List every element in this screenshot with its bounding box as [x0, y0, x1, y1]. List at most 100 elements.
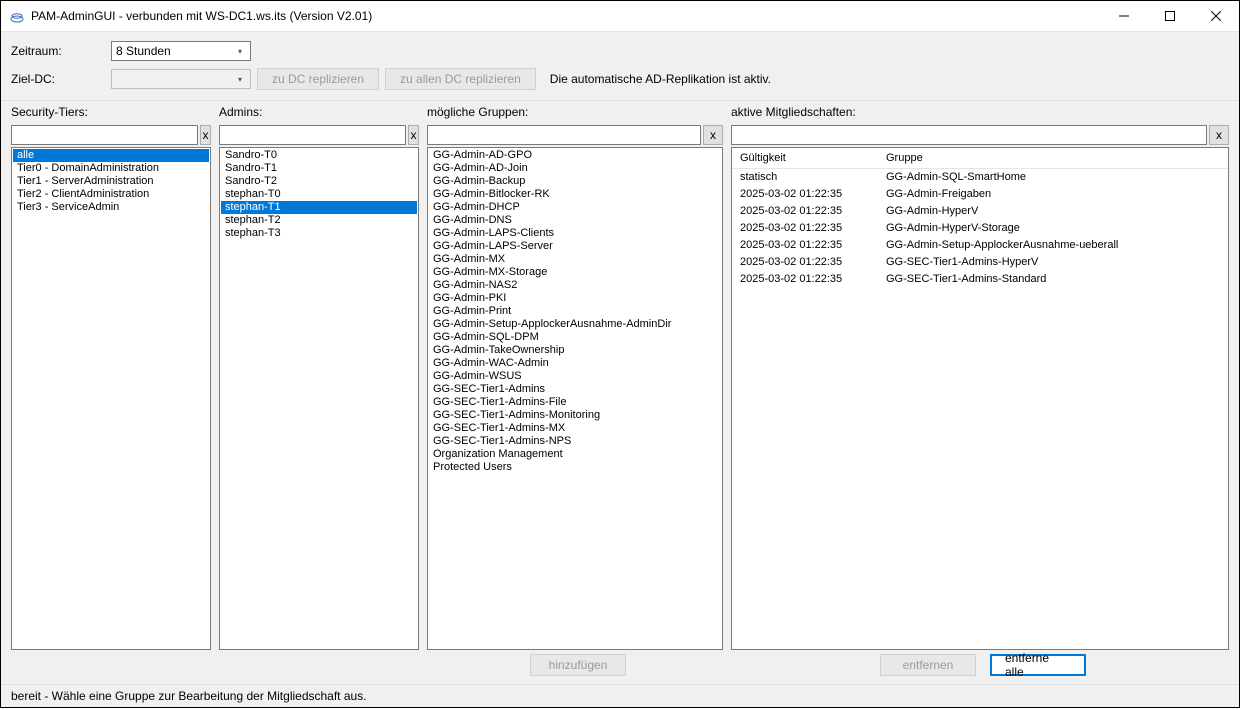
- col-header-group[interactable]: Gruppe: [878, 148, 1228, 169]
- list-item[interactable]: Sandro-T2: [221, 175, 417, 188]
- cell-validity: 2025-03-02 01:22:35: [732, 271, 878, 288]
- list-item[interactable]: GG-Admin-DHCP: [429, 201, 721, 214]
- list-item[interactable]: GG-Admin-MX-Storage: [429, 266, 721, 279]
- cell-group: GG-Admin-HyperV-Storage: [878, 220, 1228, 237]
- column-groups: mögliche Gruppen: x GG-Admin-AD-GPOGG-Ad…: [427, 105, 723, 680]
- tiers-filter-clear-button[interactable]: x: [200, 125, 211, 145]
- list-item[interactable]: GG-Admin-PKI: [429, 292, 721, 305]
- remove-all-button[interactable]: entferne alle: [990, 654, 1086, 676]
- cell-validity: 2025-03-02 01:22:35: [732, 254, 878, 271]
- list-item[interactable]: GG-Admin-Backup: [429, 175, 721, 188]
- window-buttons: [1101, 1, 1239, 31]
- col-header-validity[interactable]: Gültigkeit: [732, 148, 878, 169]
- list-item[interactable]: stephan-T3: [221, 227, 417, 240]
- cell-group: GG-Admin-SQL-SmartHome: [878, 169, 1228, 187]
- list-item[interactable]: Tier0 - DomainAdministration: [13, 162, 209, 175]
- list-item[interactable]: GG-Admin-SQL-DPM: [429, 331, 721, 344]
- list-item[interactable]: GG-SEC-Tier1-Admins-File: [429, 396, 721, 409]
- list-item[interactable]: alle: [13, 149, 209, 162]
- table-row[interactable]: 2025-03-02 01:22:35GG-SEC-Tier1-Admins-H…: [732, 254, 1228, 271]
- chevron-down-icon: ▾: [232, 44, 248, 58]
- memberships-label: aktive Mitgliedschaften:: [731, 105, 1229, 119]
- list-item[interactable]: GG-Admin-AD-GPO: [429, 149, 721, 162]
- replicate-all-button: zu allen DC replizieren: [385, 68, 536, 90]
- groups-filter-clear-button[interactable]: x: [703, 125, 723, 145]
- list-item[interactable]: GG-SEC-Tier1-Admins: [429, 383, 721, 396]
- list-item[interactable]: Tier3 - ServiceAdmin: [13, 201, 209, 214]
- list-item[interactable]: GG-Admin-LAPS-Server: [429, 240, 721, 253]
- column-memberships: aktive Mitgliedschaften: x Gültigkeit Gr…: [731, 105, 1229, 680]
- list-item[interactable]: GG-Admin-Print: [429, 305, 721, 318]
- zeitraum-value: 8 Stunden: [116, 44, 171, 58]
- add-button: hinzufügen: [530, 654, 626, 676]
- list-item[interactable]: GG-Admin-NAS2: [429, 279, 721, 292]
- groups-filter-input[interactable]: [427, 125, 701, 145]
- zeitraum-combo[interactable]: 8 Stunden ▾: [111, 41, 251, 61]
- list-item[interactable]: Sandro-T1: [221, 162, 417, 175]
- list-item[interactable]: GG-Admin-MX: [429, 253, 721, 266]
- admins-listbox[interactable]: Sandro-T0Sandro-T1Sandro-T2stephan-T0ste…: [219, 147, 419, 650]
- list-item[interactable]: Sandro-T0: [221, 149, 417, 162]
- groups-listbox[interactable]: GG-Admin-AD-GPOGG-Admin-AD-JoinGG-Admin-…: [427, 147, 723, 650]
- admins-filter-input[interactable]: [219, 125, 406, 145]
- app-icon: [9, 8, 25, 24]
- minimize-button[interactable]: [1101, 1, 1147, 31]
- tiers-listbox[interactable]: alleTier0 - DomainAdministrationTier1 - …: [11, 147, 211, 650]
- list-item[interactable]: GG-Admin-WSUS: [429, 370, 721, 383]
- remove-button: entfernen: [880, 654, 976, 676]
- body-area: Security-Tiers: x alleTier0 - DomainAdmi…: [1, 101, 1239, 684]
- admins-label: Admins:: [219, 105, 419, 119]
- list-item[interactable]: Tier1 - ServerAdministration: [13, 175, 209, 188]
- cell-validity: statisch: [732, 169, 878, 187]
- memberships-table-container[interactable]: Gültigkeit Gruppe statischGG-Admin-SQL-S…: [731, 147, 1229, 650]
- list-item[interactable]: GG-Admin-Setup-ApplockerAusnahme-AdminDi…: [429, 318, 721, 331]
- list-item[interactable]: Organization Management: [429, 448, 721, 461]
- groups-label: mögliche Gruppen:: [427, 105, 723, 119]
- maximize-button[interactable]: [1147, 1, 1193, 31]
- memberships-filter-input[interactable]: [731, 125, 1207, 145]
- list-item[interactable]: GG-SEC-Tier1-Admins-Monitoring: [429, 409, 721, 422]
- cell-group: GG-Admin-Setup-ApplockerAusnahme-ueberal…: [878, 237, 1228, 254]
- table-row[interactable]: 2025-03-02 01:22:35GG-SEC-Tier1-Admins-S…: [732, 271, 1228, 288]
- list-item[interactable]: GG-Admin-Bitlocker-RK: [429, 188, 721, 201]
- statusbar: bereit - Wähle eine Gruppe zur Bearbeitu…: [1, 684, 1239, 707]
- auto-replication-status: Die automatische AD-Replikation ist akti…: [550, 72, 771, 86]
- list-item[interactable]: Tier2 - ClientAdministration: [13, 188, 209, 201]
- titlebar: PAM-AdminGUI - verbunden mit WS-DC1.ws.i…: [1, 1, 1239, 32]
- table-row[interactable]: 2025-03-02 01:22:35GG-Admin-HyperV: [732, 203, 1228, 220]
- list-item[interactable]: GG-Admin-AD-Join: [429, 162, 721, 175]
- memberships-filter-clear-button[interactable]: x: [1209, 125, 1229, 145]
- list-item[interactable]: Protected Users: [429, 461, 721, 474]
- cell-validity: 2025-03-02 01:22:35: [732, 237, 878, 254]
- list-item[interactable]: GG-SEC-Tier1-Admins-MX: [429, 422, 721, 435]
- list-item[interactable]: GG-Admin-LAPS-Clients: [429, 227, 721, 240]
- window-title: PAM-AdminGUI - verbunden mit WS-DC1.ws.i…: [31, 9, 1101, 23]
- list-item[interactable]: GG-Admin-WAC-Admin: [429, 357, 721, 370]
- table-row[interactable]: 2025-03-02 01:22:35GG-Admin-HyperV-Stora…: [732, 220, 1228, 237]
- zieldc-label: Ziel-DC:: [11, 72, 111, 86]
- tiers-filter-input[interactable]: [11, 125, 198, 145]
- list-item[interactable]: stephan-T1: [221, 201, 417, 214]
- cell-group: GG-Admin-HyperV: [878, 203, 1228, 220]
- admins-filter-clear-button[interactable]: x: [408, 125, 419, 145]
- toolbar: Zeitraum: 8 Stunden ▾ Ziel-DC: ▾ zu DC r…: [1, 32, 1239, 101]
- cell-group: GG-SEC-Tier1-Admins-Standard: [878, 271, 1228, 288]
- list-item[interactable]: GG-Admin-DNS: [429, 214, 721, 227]
- table-row[interactable]: 2025-03-02 01:22:35GG-Admin-Freigaben: [732, 186, 1228, 203]
- status-text: bereit - Wähle eine Gruppe zur Bearbeitu…: [11, 689, 367, 703]
- cell-validity: 2025-03-02 01:22:35: [732, 220, 878, 237]
- table-row[interactable]: 2025-03-02 01:22:35GG-Admin-Setup-Apploc…: [732, 237, 1228, 254]
- list-item[interactable]: GG-SEC-Tier1-Admins-NPS: [429, 435, 721, 448]
- list-item[interactable]: GG-Admin-TakeOwnership: [429, 344, 721, 357]
- zeitraum-label: Zeitraum:: [11, 44, 111, 58]
- table-row[interactable]: statischGG-Admin-SQL-SmartHome: [732, 169, 1228, 187]
- close-button[interactable]: [1193, 1, 1239, 31]
- list-item[interactable]: stephan-T0: [221, 188, 417, 201]
- cell-group: GG-SEC-Tier1-Admins-HyperV: [878, 254, 1228, 271]
- columns-container: Security-Tiers: x alleTier0 - DomainAdmi…: [11, 105, 1229, 680]
- list-item[interactable]: stephan-T2: [221, 214, 417, 227]
- chevron-down-icon: ▾: [232, 72, 248, 86]
- memberships-table: Gültigkeit Gruppe statischGG-Admin-SQL-S…: [732, 148, 1228, 288]
- cell-validity: 2025-03-02 01:22:35: [732, 203, 878, 220]
- cell-validity: 2025-03-02 01:22:35: [732, 186, 878, 203]
